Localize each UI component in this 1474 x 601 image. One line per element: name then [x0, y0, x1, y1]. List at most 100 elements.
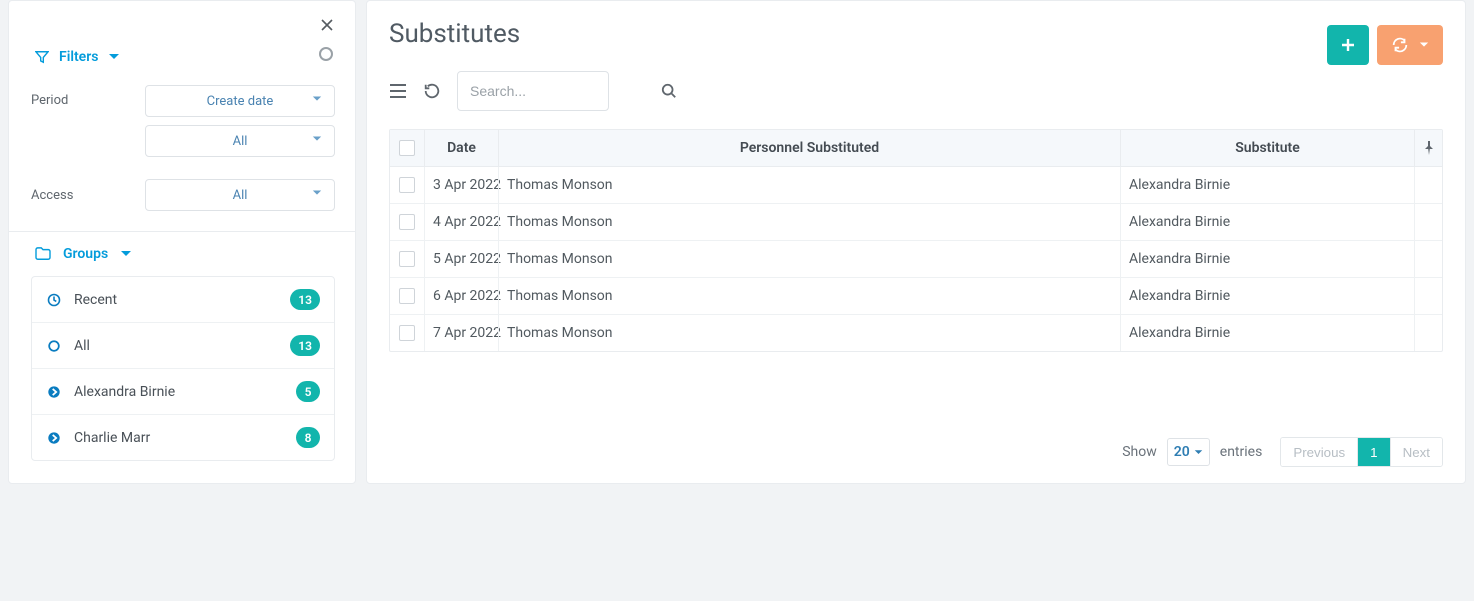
- cell-personnel: Thomas Monson: [498, 278, 1120, 314]
- access-label: Access: [31, 188, 73, 203]
- group-item-user[interactable]: Alexandra Birnie 5: [32, 368, 334, 414]
- chevron-down-icon: [120, 248, 132, 260]
- cell-personnel: Thomas Monson: [498, 167, 1120, 203]
- pin-icon: [1423, 141, 1435, 155]
- cell-date: 7 Apr 2022: [424, 315, 498, 351]
- row-checkbox[interactable]: [399, 325, 415, 341]
- table-row[interactable]: 7 Apr 2022Thomas MonsonAlexandra Birnie: [390, 314, 1442, 351]
- prev-button[interactable]: Previous: [1281, 438, 1357, 466]
- toolbar: [389, 71, 1443, 111]
- table-body: 3 Apr 2022Thomas MonsonAlexandra Birnie4…: [390, 167, 1442, 351]
- group-count-badge: 13: [290, 289, 320, 310]
- circle-icon: [46, 339, 62, 353]
- group-label: Charlie Marr: [74, 430, 150, 446]
- period-field-select[interactable]: Create date: [145, 85, 335, 117]
- pager: Show 20 entries Previous 1 Next: [389, 419, 1443, 467]
- close-icon: [320, 18, 334, 32]
- row-checkbox[interactable]: [399, 214, 415, 230]
- period-range-select[interactable]: All: [145, 125, 335, 157]
- substitutes-table: Date Personnel Substituted Substitute 3: [389, 129, 1443, 352]
- clock-icon: [46, 293, 62, 307]
- cell-substitute: Alexandra Birnie: [1120, 204, 1414, 240]
- row-checkbox[interactable]: [399, 288, 415, 304]
- chevron-down-icon: [312, 134, 322, 144]
- row-checkbox[interactable]: [399, 177, 415, 193]
- plus-icon: [1341, 38, 1355, 52]
- group-item-all[interactable]: All 13: [32, 322, 334, 368]
- col-substitute-label: Substitute: [1235, 140, 1300, 156]
- cell-personnel: Thomas Monson: [498, 315, 1120, 351]
- group-count-badge: 5: [296, 381, 320, 402]
- groups-heading[interactable]: Groups: [31, 246, 335, 276]
- filter-row-access: Access All: [31, 179, 335, 211]
- access-value: All: [233, 188, 248, 203]
- col-substitute[interactable]: Substitute: [1120, 130, 1414, 166]
- cell-date: 5 Apr 2022: [424, 241, 498, 277]
- table-row[interactable]: 3 Apr 2022Thomas MonsonAlexandra Birnie: [390, 167, 1442, 203]
- group-label: Recent: [74, 292, 117, 308]
- group-count-badge: 8: [296, 427, 320, 448]
- search-icon[interactable]: [661, 83, 677, 99]
- row-select-cell: [390, 315, 424, 351]
- row-checkbox[interactable]: [399, 251, 415, 267]
- panel-indicator-icon: [319, 47, 333, 61]
- sidebar: Filters Period Create date All: [8, 0, 356, 484]
- close-sidebar-button[interactable]: [313, 11, 341, 39]
- page-button[interactable]: 1: [1357, 438, 1389, 466]
- group-item-user[interactable]: Charlie Marr 8: [32, 414, 334, 460]
- add-button[interactable]: [1327, 25, 1369, 65]
- group-count-badge: 13: [290, 335, 320, 356]
- filters-heading-label: Filters: [59, 49, 98, 65]
- cell-pin: [1414, 167, 1442, 203]
- page-size-select[interactable]: 20: [1167, 438, 1210, 466]
- search-input[interactable]: [468, 82, 653, 100]
- sync-icon: [1391, 36, 1409, 54]
- page-size-value: 20: [1174, 444, 1190, 460]
- cell-pin: [1414, 315, 1442, 351]
- chevron-circle-icon: [46, 385, 62, 399]
- select-all-checkbox[interactable]: [399, 140, 415, 156]
- access-select[interactable]: All: [145, 179, 335, 211]
- col-date[interactable]: Date: [424, 130, 498, 166]
- chevron-down-icon: [1419, 40, 1429, 50]
- sync-button[interactable]: [1377, 25, 1443, 65]
- table-row[interactable]: 6 Apr 2022Thomas MonsonAlexandra Birnie: [390, 277, 1442, 314]
- table-row[interactable]: 5 Apr 2022Thomas MonsonAlexandra Birnie: [390, 240, 1442, 277]
- row-select-cell: [390, 167, 424, 203]
- chevron-down-icon: [312, 188, 322, 198]
- cell-personnel: Thomas Monson: [498, 241, 1120, 277]
- show-label: Show: [1122, 444, 1157, 460]
- filters-heading[interactable]: Filters: [31, 41, 335, 69]
- cell-date: 4 Apr 2022: [424, 204, 498, 240]
- next-button[interactable]: Next: [1390, 438, 1442, 466]
- group-label: Alexandra Birnie: [74, 384, 175, 400]
- main-panel: Substitutes: [366, 0, 1466, 484]
- page-title: Substitutes: [389, 19, 520, 49]
- cell-pin: [1414, 241, 1442, 277]
- group-label: All: [74, 338, 90, 354]
- period-field-value: Create date: [207, 94, 274, 109]
- row-select-cell: [390, 204, 424, 240]
- groups-panel: Groups Recent 13: [9, 232, 355, 483]
- refresh-button[interactable]: [423, 82, 441, 100]
- cell-date: 3 Apr 2022: [424, 167, 498, 203]
- cell-personnel: Thomas Monson: [498, 204, 1120, 240]
- cell-substitute: Alexandra Birnie: [1120, 167, 1414, 203]
- cell-substitute: Alexandra Birnie: [1120, 315, 1414, 351]
- pager-nav: Previous 1 Next: [1280, 437, 1443, 467]
- col-personnel[interactable]: Personnel Substituted: [498, 130, 1120, 166]
- group-item-recent[interactable]: Recent 13: [32, 277, 334, 322]
- cell-substitute: Alexandra Birnie: [1120, 241, 1414, 277]
- table-header: Date Personnel Substituted Substitute: [390, 130, 1442, 167]
- col-pin[interactable]: [1414, 130, 1442, 166]
- col-personnel-label: Personnel Substituted: [740, 140, 879, 156]
- list-menu-button[interactable]: [389, 83, 407, 99]
- table-row[interactable]: 4 Apr 2022Thomas MonsonAlexandra Birnie: [390, 203, 1442, 240]
- period-range-value: All: [233, 134, 248, 149]
- folder-icon: [35, 247, 51, 261]
- groups-heading-label: Groups: [63, 246, 108, 262]
- period-label: Period: [31, 93, 68, 108]
- chevron-down-icon: [1194, 448, 1203, 457]
- chevron-down-icon: [108, 51, 120, 63]
- filter-icon: [35, 50, 49, 64]
